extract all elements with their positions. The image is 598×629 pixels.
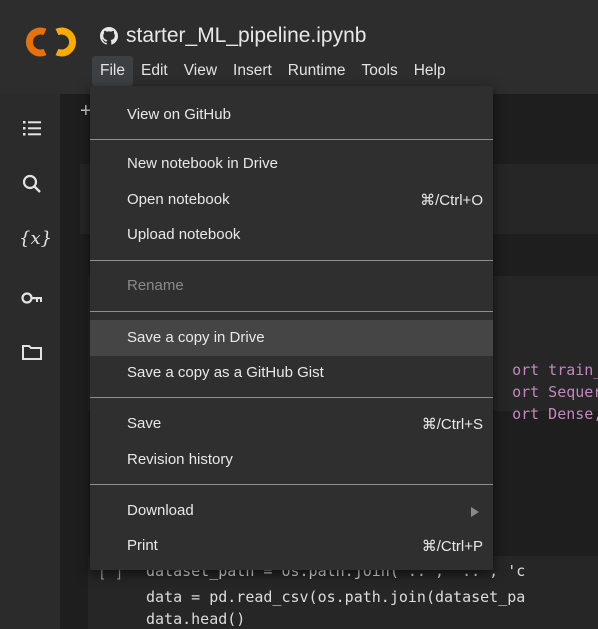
menubar: File Edit View Insert Runtime Tools Help (92, 56, 454, 86)
code-line-3: ort Dense, (512, 405, 598, 423)
menu-item-label: Save a copy in Drive (127, 329, 265, 346)
menu-item-label: Save (127, 415, 162, 432)
menu-item-label: Upload notebook (127, 226, 241, 243)
menu-insert[interactable]: Insert (225, 56, 280, 86)
code-line-head: data.head() (146, 610, 246, 628)
menu-item-label: Rename (127, 277, 184, 294)
code-line-read-csv: data = pd.read_csv(os.path.join(dataset_… (146, 588, 526, 606)
shortcut-label: ⌘/Ctrl+O (420, 192, 483, 209)
menu-item-label: New notebook in Drive (127, 155, 278, 172)
menu-save-copy-drive[interactable]: Save a copy in Drive (90, 320, 493, 356)
menu-divider (90, 311, 493, 312)
menu-divider (90, 484, 493, 485)
shortcut-label: ⌘/Ctrl+S (421, 416, 483, 433)
menu-view[interactable]: View (176, 56, 225, 86)
menu-divider (90, 139, 493, 140)
menu-item-label: Print (127, 537, 158, 554)
menu-print[interactable]: Print ⌘/Ctrl+P (90, 528, 493, 564)
menu-download[interactable]: Download (90, 493, 493, 529)
menu-divider (90, 397, 493, 398)
search-icon[interactable] (20, 172, 44, 196)
menu-new-notebook-drive[interactable]: New notebook in Drive (90, 146, 493, 182)
variables-icon[interactable]: {x} (19, 228, 52, 249)
menu-tools[interactable]: Tools (354, 56, 406, 86)
menu-save-copy-gist[interactable]: Save a copy as a GitHub Gist (90, 355, 493, 391)
menu-upload-notebook[interactable]: Upload notebook (90, 217, 493, 253)
key-icon[interactable] (20, 286, 44, 310)
shortcut-label: ⌘/Ctrl+P (421, 538, 483, 555)
menu-edit[interactable]: Edit (133, 56, 176, 86)
github-icon (100, 27, 118, 45)
menu-item-label: Download (127, 502, 194, 519)
menu-view-on-github[interactable]: View on GitHub (90, 97, 493, 133)
app-header: starter_ML_pipeline.ipynb File Edit View… (0, 0, 598, 94)
menu-item-label: Open notebook (127, 191, 230, 208)
menu-rename: Rename (90, 268, 493, 304)
menu-revision-history[interactable]: Revision history (90, 442, 493, 478)
colab-logo[interactable] (23, 24, 79, 60)
menu-save[interactable]: Save ⌘/Ctrl+S (90, 406, 493, 442)
folder-icon[interactable] (20, 340, 44, 364)
file-menu-dropdown: View on GitHub New notebook in Drive Ope… (90, 86, 493, 570)
menu-file[interactable]: File (92, 56, 133, 86)
table-of-contents-icon[interactable] (20, 116, 44, 140)
menu-item-label: Save a copy as a GitHub Gist (127, 364, 324, 381)
menu-item-label: View on GitHub (127, 106, 231, 123)
notebook-title[interactable]: starter_ML_pipeline.ipynb (126, 24, 366, 48)
menu-help[interactable]: Help (406, 56, 454, 86)
submenu-arrow-icon (471, 507, 479, 517)
menu-item-label: Revision history (127, 451, 233, 468)
menu-divider (90, 260, 493, 261)
code-line: ort Dense, (494, 387, 598, 423)
menu-runtime[interactable]: Runtime (280, 56, 354, 86)
menu-open-notebook[interactable]: Open notebook ⌘/Ctrl+O (90, 182, 493, 218)
